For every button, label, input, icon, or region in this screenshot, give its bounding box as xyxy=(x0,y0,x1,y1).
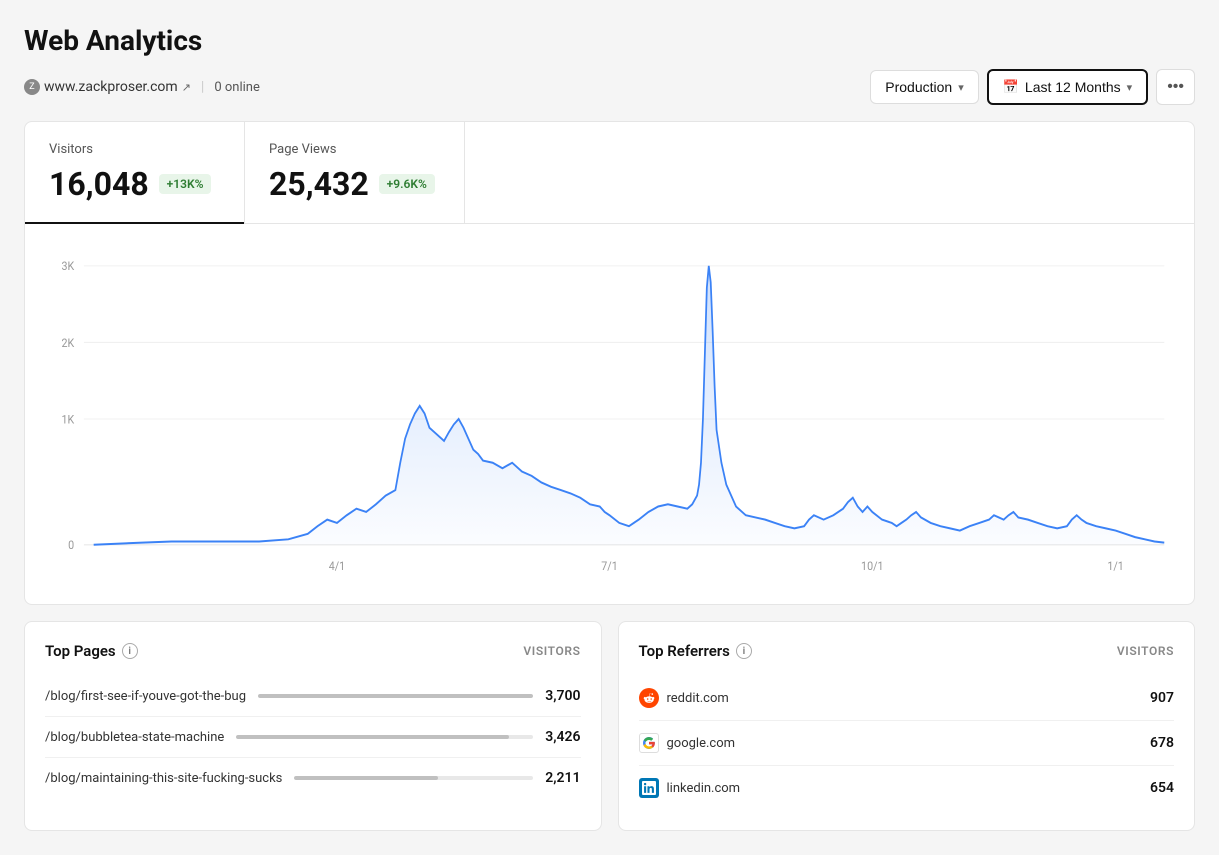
chart-svg: 3K 2K 1K 0 4/1 7/1 10/1 1/1 xyxy=(45,244,1174,594)
top-referrers-col-label: VISITORS xyxy=(1117,644,1174,658)
linkedin-icon xyxy=(639,778,659,798)
production-label: Production xyxy=(885,79,952,95)
more-button[interactable]: ••• xyxy=(1156,69,1195,105)
svg-text:3K: 3K xyxy=(61,259,75,274)
svg-text:7/1: 7/1 xyxy=(601,558,617,573)
site-url: www.zackproser.com xyxy=(44,79,178,95)
visitors-label: Visitors xyxy=(49,142,220,157)
referrer-left-linkedin: linkedin.com xyxy=(639,778,773,798)
top-referrers-info-icon[interactable]: i xyxy=(736,643,752,659)
referrer-row-linkedin: linkedin.com 654 xyxy=(639,766,1175,810)
referrer-left-reddit: reddit.com xyxy=(639,688,761,708)
svg-text:2K: 2K xyxy=(61,335,75,350)
header-right: Production ▾ 📅 Last 12 Months ▾ ••• xyxy=(870,69,1195,105)
table-row: /blog/first-see-if-youve-got-the-bug 3,7… xyxy=(45,676,581,717)
header-left: Z www.zackproser.com ↗ | 0 online xyxy=(24,79,260,95)
top-pages-label: Top Pages xyxy=(45,642,116,660)
page-value-3: 2,211 xyxy=(545,770,580,786)
pageviews-stat-box[interactable]: Page Views 25,432 +9.6K% xyxy=(245,122,465,223)
online-count: 0 online xyxy=(214,80,260,95)
page-bar-container-1 xyxy=(258,694,533,698)
referrer-row-google: google.com 678 xyxy=(639,721,1175,766)
top-pages-title-group: Top Pages i xyxy=(45,642,138,660)
top-referrers-title-group: Top Referrers i xyxy=(639,642,752,660)
production-button[interactable]: Production ▾ xyxy=(870,70,978,104)
svg-text:0: 0 xyxy=(68,538,74,553)
pageviews-value-row: 25,432 +9.6K% xyxy=(269,165,440,203)
chevron-down-icon-date: ▾ xyxy=(1127,81,1133,94)
date-range-button[interactable]: 📅 Last 12 Months ▾ xyxy=(987,69,1148,105)
chart-area: 3K 2K 1K 0 4/1 7/1 10/1 1/1 xyxy=(25,224,1194,604)
chevron-down-icon: ▾ xyxy=(958,81,964,94)
table-row: /blog/maintaining-this-site-fucking-suck… xyxy=(45,758,581,798)
external-link-icon: ↗ xyxy=(182,81,191,94)
site-avatar: Z xyxy=(24,79,40,95)
top-referrers-card: Top Referrers i VISITORS reddit.com xyxy=(618,621,1196,831)
referrer-name-reddit: reddit.com xyxy=(667,691,729,706)
stats-chart-card: Visitors 16,048 +13K% Page Views 25,432 … xyxy=(24,121,1195,605)
page-bar-2 xyxy=(236,735,509,739)
more-icon: ••• xyxy=(1167,78,1184,95)
separator: | xyxy=(201,79,204,95)
visitors-value: 16,048 xyxy=(49,165,149,203)
referrer-name-linkedin: linkedin.com xyxy=(667,781,741,796)
visitors-badge: +13K% xyxy=(159,174,212,194)
top-referrers-label: Top Referrers xyxy=(639,642,730,660)
page-path-1: /blog/first-see-if-youve-got-the-bug xyxy=(45,689,246,704)
visitors-value-row: 16,048 +13K% xyxy=(49,165,220,203)
pageviews-badge: +9.6K% xyxy=(379,174,435,194)
top-referrers-header: Top Referrers i VISITORS xyxy=(639,642,1175,660)
svg-text:4/1: 4/1 xyxy=(329,558,345,573)
reddit-icon xyxy=(639,688,659,708)
page-container: Web Analytics Z www.zackproser.com ↗ | 0… xyxy=(0,0,1219,855)
row-left: /blog/maintaining-this-site-fucking-suck… xyxy=(45,771,545,786)
page-bar-container-2 xyxy=(236,735,533,739)
referrer-value-reddit: 907 xyxy=(1150,690,1174,706)
page-bar-container-3 xyxy=(294,776,533,780)
svg-text:10/1: 10/1 xyxy=(861,558,883,573)
page-value-2: 3,426 xyxy=(545,729,580,745)
header-row: Z www.zackproser.com ↗ | 0 online Produc… xyxy=(24,69,1195,105)
table-row: /blog/bubbletea-state-machine 3,426 xyxy=(45,717,581,758)
referrer-name-google: google.com xyxy=(667,736,736,751)
page-path-2: /blog/bubbletea-state-machine xyxy=(45,730,224,745)
referrer-left-google: google.com xyxy=(639,733,768,753)
calendar-icon: 📅 xyxy=(1003,79,1019,95)
page-path-3: /blog/maintaining-this-site-fucking-suck… xyxy=(45,771,282,786)
pageviews-label: Page Views xyxy=(269,142,440,157)
row-left: /blog/first-see-if-youve-got-the-bug xyxy=(45,689,545,704)
site-link[interactable]: Z www.zackproser.com ↗ xyxy=(24,79,191,95)
bottom-section: Top Pages i VISITORS /blog/first-see-if-… xyxy=(24,621,1195,831)
page-bar-1 xyxy=(258,694,533,698)
referrer-value-google: 678 xyxy=(1150,735,1174,751)
svg-text:1/1: 1/1 xyxy=(1107,558,1123,573)
page-value-1: 3,700 xyxy=(545,688,580,704)
top-pages-table: /blog/first-see-if-youve-got-the-bug 3,7… xyxy=(45,676,581,798)
top-pages-header: Top Pages i VISITORS xyxy=(45,642,581,660)
visitors-stat-box[interactable]: Visitors 16,048 +13K% xyxy=(25,122,245,223)
google-icon xyxy=(639,733,659,753)
referrer-value-linkedin: 654 xyxy=(1150,780,1174,796)
page-bar-3 xyxy=(294,776,437,780)
row-left: /blog/bubbletea-state-machine xyxy=(45,730,545,745)
top-pages-card: Top Pages i VISITORS /blog/first-see-if-… xyxy=(24,621,602,831)
svg-text:1K: 1K xyxy=(61,412,75,427)
top-referrers-table: reddit.com 907 google.com xyxy=(639,676,1175,810)
pageviews-value: 25,432 xyxy=(269,165,369,203)
stats-row: Visitors 16,048 +13K% Page Views 25,432 … xyxy=(25,122,1194,224)
top-pages-col-label: VISITORS xyxy=(523,644,580,658)
top-pages-info-icon[interactable]: i xyxy=(122,643,138,659)
page-title: Web Analytics xyxy=(24,24,1195,57)
referrer-row-reddit: reddit.com 907 xyxy=(639,676,1175,721)
date-range-label: Last 12 Months xyxy=(1025,79,1121,95)
